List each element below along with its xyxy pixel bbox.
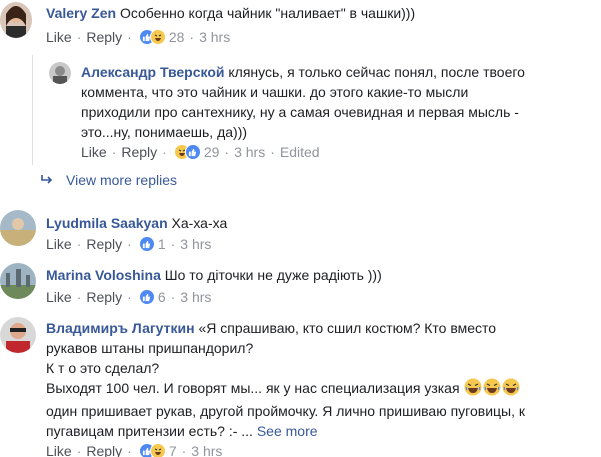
like-reaction-icon [184,144,201,160]
comment-author[interactable]: Lyudmila Saakyan [46,215,168,231]
haha-reaction-icon [149,29,166,45]
comment: Владимиръ Лагуткин «Я спрашиваю, кто сши… [0,315,601,457]
reaction-count[interactable]: 28 [169,27,185,47]
view-more-replies-link[interactable]: View more replies [40,170,177,190]
timestamp[interactable]: 3 hrs [180,234,211,254]
comment-text-line: один пришивает рукав, другой проймочку. … [46,403,526,419]
comment-text-line: это...ну, понимаешь, да))) [81,124,248,140]
comment: Lyudmila Saakyan Ха-ха-ха Like · Reply ·… [0,205,601,260]
comment-text-line: приходили про сантехнику, ну а самая оче… [81,104,519,120]
comment-author[interactable]: Valery Zen [46,5,116,21]
reaction-count[interactable]: 29 [204,142,220,162]
like-button[interactable]: Like [46,441,72,457]
reply-button[interactable]: Reply [86,234,122,254]
laughing-emoji-icon [502,378,520,401]
view-more-replies-label[interactable]: View more replies [66,172,177,188]
comment-text-line: пугавицам притензии есть? :- ... See mor… [46,421,596,441]
timestamp[interactable]: 3 hrs [199,27,230,47]
haha-reaction-icon [149,443,166,457]
reaction-count[interactable]: 1 [158,234,166,254]
reply-button[interactable]: Reply [121,142,157,162]
laughing-emoji-icon [464,378,482,401]
edited-label[interactable]: Edited [280,142,320,162]
timestamp[interactable]: 3 hrs [180,287,211,307]
reactions[interactable] [138,289,155,305]
avatar[interactable] [0,210,36,246]
comment-text-line: К т о это сделал? [46,360,160,376]
comment-text-segment: Выходят 100 чел. И говорят мы... як у на… [46,380,460,396]
reaction-count[interactable]: 6 [158,287,166,307]
comment-text-line: рукавов штаны пришпандорил? [46,340,254,356]
avatar[interactable] [49,62,71,84]
like-button[interactable]: Like [46,234,72,254]
avatar[interactable] [0,317,36,353]
comment-text: Особенно когда чайник "наливает" в чашки… [119,5,416,21]
comment-text-line: коммента, что это чайник и чашки. до это… [81,84,469,100]
like-button[interactable]: Like [46,287,72,307]
reactions[interactable] [138,29,166,45]
like-reaction-icon [138,289,155,305]
reactions[interactable] [138,236,155,252]
comment-text-line: «Я спрашиваю, кто сшил костюм? Кто вмест… [198,320,497,336]
reactions[interactable] [138,443,166,457]
like-button[interactable]: Like [46,27,72,47]
see-more-link[interactable]: See more [257,423,318,439]
comment: Marina Voloshina Шо то діточки не дуже р… [0,260,601,315]
laughing-emoji-icon [483,378,501,401]
avatar[interactable] [0,2,32,38]
timestamp[interactable]: 3 hrs [191,441,222,457]
like-reaction-icon [138,236,155,252]
like-button[interactable]: Like [81,142,107,162]
reaction-count[interactable]: 7 [169,441,177,457]
comment-author[interactable]: Marina Voloshina [46,267,161,283]
comment-author[interactable]: Александр Тверской [81,64,225,80]
reply-comment: Александр Тверской клянусь, я только сей… [0,55,601,170]
comment: Valery Zen Особенно когда чайник "налива… [0,0,601,55]
comment-text: Шо то діточки не дуже радіють ))) [164,267,382,283]
reactions[interactable] [173,144,201,160]
comment-text-segment: пугавицам притензии есть? :- ... [46,423,253,439]
comment-author[interactable]: Владимиръ Лагуткин [46,320,195,336]
reply-button[interactable]: Reply [86,27,122,47]
comment-text-line: Выходят 100 чел. И говорят мы... як у на… [46,378,596,401]
timestamp[interactable]: 3 hrs [234,142,265,162]
reply-button[interactable]: Reply [86,441,122,457]
reply-arrow-icon [40,174,54,186]
comment-text-line: клянусь, я только сейчас понял, после тв… [228,64,525,80]
reply-button[interactable]: Reply [86,287,122,307]
comment-text: Ха-ха-ха [171,215,228,231]
avatar[interactable] [0,263,36,299]
